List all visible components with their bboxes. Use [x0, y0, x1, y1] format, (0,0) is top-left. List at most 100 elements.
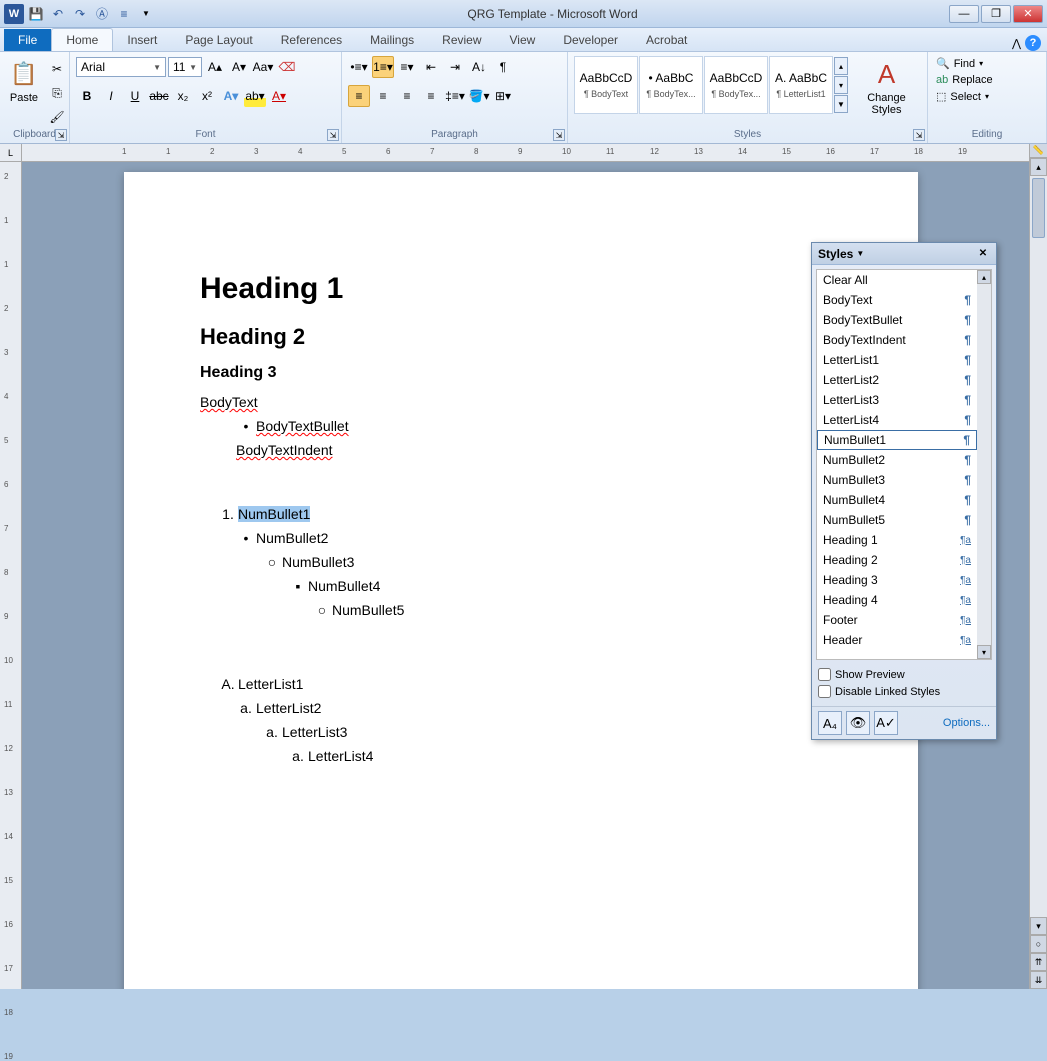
decrease-indent-icon[interactable]: ⇤	[420, 56, 442, 78]
font-dialog-launcher[interactable]: ⇲	[327, 129, 339, 141]
styles-pane-title[interactable]: Styles ▼ ✕	[812, 243, 996, 265]
body-text[interactable]: BodyText	[200, 394, 842, 410]
highlight-icon[interactable]: ab▾	[244, 85, 266, 107]
subscript-button[interactable]: x₂	[172, 85, 194, 107]
style-item-3[interactable]: A. AaBbC¶ LetterList1	[769, 56, 833, 114]
heading-2[interactable]: Heading 2	[200, 324, 842, 350]
help-icon[interactable]: ?	[1025, 35, 1041, 51]
word-icon[interactable]: W	[4, 4, 24, 24]
style-row-13[interactable]: Heading 1¶a	[817, 530, 977, 550]
align-center-icon[interactable]: ≡	[372, 85, 394, 107]
scroll-thumb[interactable]	[1032, 178, 1045, 238]
view-tab[interactable]: View	[496, 29, 550, 51]
minimize-button[interactable]: —	[949, 5, 979, 23]
font-color-icon[interactable]: A▾	[268, 85, 290, 107]
heading-1[interactable]: Heading 1	[200, 272, 842, 306]
select-button[interactable]: ⬚Select▾	[934, 89, 995, 104]
style-row-3[interactable]: BodyTextIndent¶	[817, 330, 977, 350]
shrink-font-icon[interactable]: A▾	[228, 56, 250, 78]
style-row-2[interactable]: BodyTextBullet¶	[817, 310, 977, 330]
document-scroll[interactable]: Heading 1 Heading 2 Heading 3 BodyText •…	[22, 162, 1029, 989]
style-item-1[interactable]: • AaBbC¶ BodyTex...	[639, 56, 703, 114]
italic-button[interactable]: I	[100, 85, 122, 107]
clear-formatting-icon[interactable]: ⌫	[276, 56, 298, 78]
horizontal-ruler[interactable]: 112345678910111213141516171819	[22, 144, 1029, 162]
replace-button[interactable]: abReplace	[934, 73, 995, 87]
superscript-button[interactable]: x²	[196, 85, 218, 107]
style-inspector-icon[interactable]: 👁	[846, 711, 870, 735]
bullets-icon[interactable]: •≡▾	[348, 56, 370, 78]
borders-icon[interactable]: ⊞▾	[492, 85, 514, 107]
pane-scroll-down-icon[interactable]: ▾	[977, 645, 991, 659]
style-row-16[interactable]: Heading 4¶a	[817, 590, 977, 610]
numbullet-1[interactable]: 1.NumBullet1	[218, 506, 842, 522]
developer-tab[interactable]: Developer	[549, 29, 632, 51]
justify-icon[interactable]: ≡	[420, 85, 442, 107]
save-icon[interactable]: 💾	[26, 4, 46, 24]
style-item-0[interactable]: AaBbCcD¶ BodyText	[574, 56, 638, 114]
scroll-up-icon[interactable]: ▴	[1030, 158, 1047, 176]
style-item-2[interactable]: AaBbCcD¶ BodyTex...	[704, 56, 768, 114]
change-case-icon[interactable]: Aa▾	[252, 56, 274, 78]
gallery-up-icon[interactable]: ▴	[834, 57, 848, 75]
underline-button[interactable]: U	[124, 85, 146, 107]
qat-customize-icon[interactable]: ▼	[136, 4, 156, 24]
letterlist-2[interactable]: a.LetterList2	[236, 700, 842, 716]
style-row-14[interactable]: Heading 2¶a	[817, 550, 977, 570]
file-tab[interactable]: File	[4, 29, 51, 51]
next-page-icon[interactable]: ⇊	[1030, 971, 1047, 989]
numbering-icon[interactable]: 1≡▾	[372, 56, 394, 78]
line-spacing-icon[interactable]: ‡≡▾	[444, 85, 466, 107]
sort-icon[interactable]: A↓	[468, 56, 490, 78]
style-row-11[interactable]: NumBullet4¶	[817, 490, 977, 510]
manage-styles-icon[interactable]: A✓	[874, 711, 898, 735]
page[interactable]: Heading 1 Heading 2 Heading 3 BodyText •…	[124, 172, 918, 989]
letterlist-1[interactable]: A.LetterList1	[218, 676, 842, 692]
multilevel-list-icon[interactable]: ≡▾	[396, 56, 418, 78]
letterlist-4[interactable]: a.LetterList4	[288, 748, 842, 764]
style-row-6[interactable]: LetterList3¶	[817, 390, 977, 410]
style-row-8[interactable]: NumBullet1¶	[817, 430, 977, 450]
pane-scrollbar[interactable]: ▴ ▾	[977, 270, 991, 659]
mailings-tab[interactable]: Mailings	[356, 29, 428, 51]
clipboard-dialog-launcher[interactable]: ⇲	[55, 129, 67, 141]
numbullet-2[interactable]: •NumBullet2	[236, 530, 842, 546]
disable-linked-check[interactable]: Disable Linked Styles	[818, 685, 990, 698]
new-style-icon[interactable]: A₄	[818, 711, 842, 735]
paste-button[interactable]: 📋 Paste	[6, 56, 42, 106]
style-row-7[interactable]: LetterList4¶	[817, 410, 977, 430]
pane-dropdown-icon[interactable]: ▼	[853, 247, 867, 261]
style-row-18[interactable]: Header¶a	[817, 630, 977, 650]
style-row-4[interactable]: LetterList1¶	[817, 350, 977, 370]
text-effects-icon[interactable]: A▾	[220, 85, 242, 107]
styles-dialog-launcher[interactable]: ⇲	[913, 129, 925, 141]
pane-close-icon[interactable]: ✕	[976, 247, 990, 261]
find-button[interactable]: 🔍Find▾	[934, 56, 995, 71]
style-row-5[interactable]: LetterList2¶	[817, 370, 977, 390]
align-left-icon[interactable]: ≡	[348, 85, 370, 107]
pane-scroll-up-icon[interactable]: ▴	[977, 270, 991, 284]
ruler-toggle-icon[interactable]: 📏	[1030, 144, 1047, 158]
font-name-combo[interactable]: Arial▼	[76, 57, 166, 77]
scroll-track[interactable]	[1030, 176, 1047, 917]
numbullet-4[interactable]: ▪NumBullet4	[288, 578, 842, 594]
home-tab[interactable]: Home	[51, 28, 113, 51]
increase-indent-icon[interactable]: ⇥	[444, 56, 466, 78]
pagelayout-tab[interactable]: Page Layout	[171, 29, 266, 51]
show-marks-icon[interactable]: ¶	[492, 56, 514, 78]
style-row-10[interactable]: NumBullet3¶	[817, 470, 977, 490]
insert-tab[interactable]: Insert	[113, 29, 171, 51]
maximize-button[interactable]: ❐	[981, 5, 1011, 23]
review-tab[interactable]: Review	[428, 29, 495, 51]
redo-icon[interactable]: ↷	[70, 4, 90, 24]
copy-icon[interactable]: ⎘	[46, 82, 68, 104]
close-button[interactable]: ✕	[1013, 5, 1043, 23]
scroll-down-icon[interactable]: ▾	[1030, 917, 1047, 935]
qat-btn-5[interactable]: ≡	[114, 4, 134, 24]
minimize-ribbon-icon[interactable]: ⋀	[1012, 37, 1021, 50]
style-row-1[interactable]: BodyText¶	[817, 290, 977, 310]
styles-options-link[interactable]: Options...	[943, 717, 990, 729]
browse-object-icon[interactable]: ○	[1030, 935, 1047, 953]
show-preview-check[interactable]: Show Preview	[818, 668, 990, 681]
style-row-9[interactable]: NumBullet2¶	[817, 450, 977, 470]
